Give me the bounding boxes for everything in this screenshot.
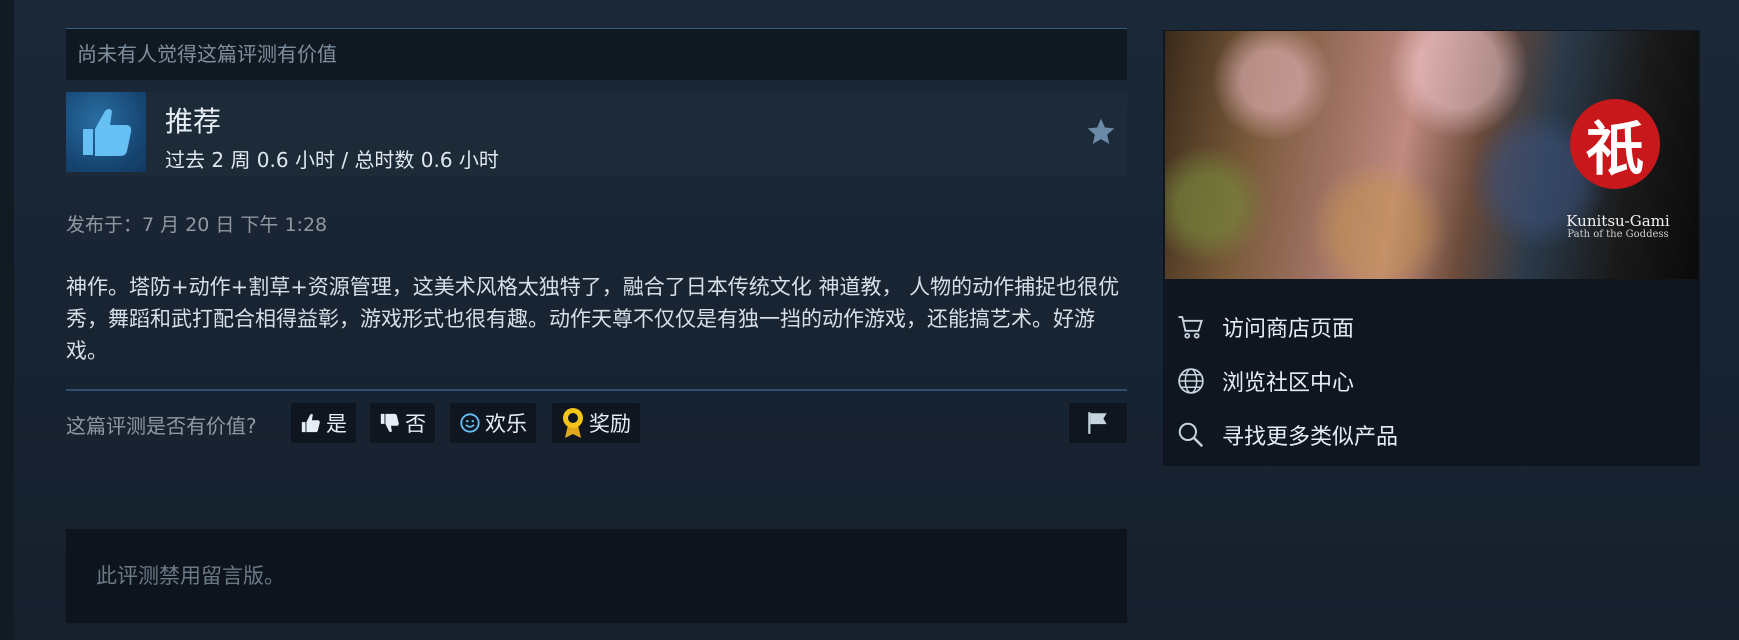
report-flag-button[interactable] [1069, 403, 1127, 443]
vote-yes-button[interactable]: 是 [291, 403, 356, 443]
award-medal-icon [563, 408, 583, 438]
flag-icon [1088, 412, 1107, 434]
globe-icon [1178, 368, 1204, 394]
game-logo-emblem: 祇 [1570, 99, 1660, 189]
thumbs-up-icon [66, 92, 146, 172]
community-hub-label: 浏览社区中心 [1222, 371, 1355, 396]
vote-funny-button[interactable]: 欢乐 [450, 403, 536, 443]
recommendation-label: 推荐 [165, 105, 222, 138]
vote-funny-label: 欢乐 [485, 412, 527, 436]
game-logo-title: Kunitsu-Gami [1566, 212, 1670, 230]
helpful-notice: 尚未有人觉得这篇评测有价值 [66, 28, 1127, 80]
playtime-info: 过去 2 周 0.6 小时 / 总时数 0.6 小时 [165, 148, 499, 172]
game-logo-subtitle: Path of the Goddess [1567, 229, 1669, 240]
game-banner-image[interactable]: 祇 Kunitsu-Gami Path of the Goddess [1165, 31, 1698, 279]
comments-disabled-notice: 此评测禁用留言版。 [66, 529, 1127, 623]
posted-date: 发布于：7 月 20 日 下午 1:28 [66, 214, 328, 236]
award-label: 奖励 [589, 412, 631, 436]
star-icon[interactable] [1085, 116, 1117, 148]
visit-store-label: 访问商店页面 [1222, 317, 1355, 342]
thumbs-down-icon [380, 413, 399, 433]
vote-no-label: 否 [405, 412, 426, 436]
divider [66, 389, 1127, 391]
game-sidebar: 祇 Kunitsu-Gami Path of the Goddess 访问商店页… [1163, 30, 1700, 466]
cart-icon [1178, 316, 1203, 339]
vote-no-button[interactable]: 否 [370, 403, 435, 443]
award-button[interactable]: 奖励 [552, 403, 640, 443]
find-similar-label: 寻找更多类似产品 [1222, 425, 1399, 450]
sidebar-links: 访问商店页面 浏览社区中心 寻找更多类似产品 [1163, 300, 1700, 462]
recommendation-header: 推荐 过去 2 周 0.6 小时 / 总时数 0.6 小时 [66, 92, 1127, 176]
left-edge-strip [0, 0, 14, 640]
find-similar-link[interactable]: 寻找更多类似产品 [1163, 408, 1700, 462]
vote-question: 这篇评测是否有价值? [66, 414, 257, 438]
vote-yes-label: 是 [326, 412, 347, 436]
vote-row: 这篇评测是否有价值? 是 否 欢乐 奖励 [66, 403, 1127, 443]
search-icon [1178, 422, 1204, 448]
review-panel: 尚未有人觉得这篇评测有价值 推荐 过去 2 周 0.6 小时 / 总时数 0.6… [66, 28, 1127, 443]
community-hub-link[interactable]: 浏览社区中心 [1163, 354, 1700, 408]
thumbs-up-icon [301, 413, 320, 433]
visit-store-link[interactable]: 访问商店页面 [1163, 300, 1700, 354]
smiley-icon [460, 413, 480, 433]
review-body: 神作。塔防+动作+割草+资源管理，这美术风格太独特了，融合了日本传统文化 神道教… [66, 275, 1120, 363]
